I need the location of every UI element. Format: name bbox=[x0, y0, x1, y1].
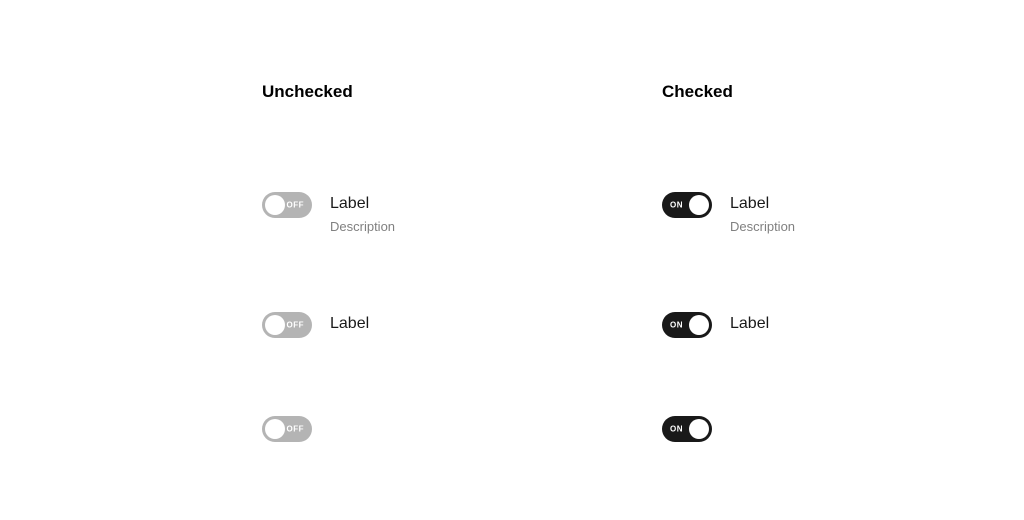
toggle-label: Label bbox=[330, 314, 369, 335]
toggle-text-block: Label bbox=[730, 312, 769, 335]
toggle-switch-off[interactable]: OFF bbox=[262, 312, 312, 338]
toggle-row: ON Label Description bbox=[662, 192, 902, 234]
toggle-switch-off[interactable]: OFF bbox=[262, 192, 312, 218]
toggle-state-text: ON bbox=[670, 320, 683, 329]
toggle-state-text: OFF bbox=[287, 424, 305, 433]
toggle-row: OFF Label Description bbox=[262, 192, 502, 234]
toggle-switch-off[interactable]: OFF bbox=[262, 416, 312, 442]
toggle-state-text: OFF bbox=[287, 320, 305, 329]
toggle-knob bbox=[265, 315, 285, 335]
toggle-state-text: ON bbox=[670, 201, 683, 210]
toggle-knob bbox=[265, 419, 285, 439]
toggle-text-block: Label Description bbox=[730, 192, 795, 234]
toggle-row: OFF bbox=[262, 416, 502, 442]
unchecked-header: Unchecked bbox=[262, 82, 502, 102]
toggle-description: Description bbox=[730, 219, 795, 234]
toggle-label: Label bbox=[730, 194, 795, 215]
unchecked-column: Unchecked OFF Label Description OFF Labe… bbox=[262, 82, 502, 520]
toggle-knob bbox=[689, 315, 709, 335]
toggle-text-block: Label bbox=[330, 312, 369, 335]
toggle-row: ON Label bbox=[662, 312, 902, 338]
checked-header: Checked bbox=[662, 82, 902, 102]
toggle-state-text: ON bbox=[670, 424, 683, 433]
toggle-row: OFF Label bbox=[262, 312, 502, 338]
toggle-knob bbox=[689, 419, 709, 439]
toggle-label: Label bbox=[330, 194, 395, 215]
toggle-knob bbox=[689, 195, 709, 215]
toggle-knob bbox=[265, 195, 285, 215]
toggle-description: Description bbox=[330, 219, 395, 234]
toggle-switch-on[interactable]: ON bbox=[662, 192, 712, 218]
checked-column: Checked ON Label Description ON Label ON bbox=[662, 82, 902, 520]
toggle-text-block: Label Description bbox=[330, 192, 395, 234]
toggle-row: ON bbox=[662, 416, 902, 442]
toggle-state-text: OFF bbox=[287, 201, 305, 210]
toggle-switch-on[interactable]: ON bbox=[662, 312, 712, 338]
toggle-switch-on[interactable]: ON bbox=[662, 416, 712, 442]
toggle-label: Label bbox=[730, 314, 769, 335]
